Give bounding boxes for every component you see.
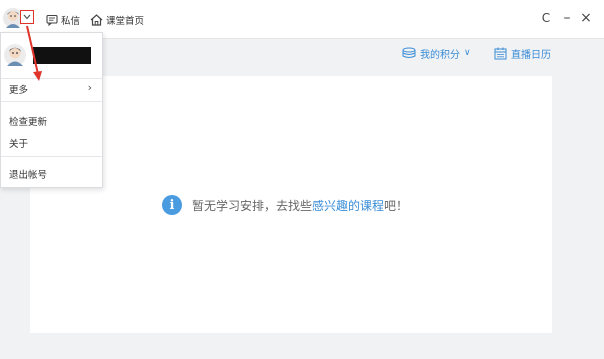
menu-item-check-update[interactable]: 检查更新 (1, 111, 102, 131)
home-icon (90, 14, 103, 26)
minimize-button[interactable]: – (560, 10, 574, 26)
menu-item-label: 更多 (9, 85, 29, 96)
minimize-icon: – (563, 10, 571, 26)
calendar-icon (494, 47, 507, 59)
empty-state-message: i 暂无学习安排，去找些 感兴趣的课程 吧！ (162, 194, 408, 216)
messages-button[interactable]: 私信 (46, 12, 80, 28)
account-dropdown-toggle[interactable] (20, 10, 34, 24)
account-dropdown-menu: 更多 › 检查更新 关于 退出帐号 (0, 32, 103, 188)
close-icon: × (580, 10, 592, 26)
avatar (4, 44, 26, 66)
menu-divider (1, 101, 102, 102)
interesting-courses-link[interactable]: 感兴趣的课程 (312, 197, 384, 214)
menu-divider (1, 156, 102, 157)
menu-user-header (1, 33, 102, 77)
refresh-icon: C (541, 11, 551, 25)
course-home-label: 课堂首页 (106, 16, 145, 27)
course-home-button[interactable]: 课堂首页 (90, 12, 144, 28)
empty-text-after: 吧！ (384, 198, 409, 213)
menu-item-label: 检查更新 (9, 117, 48, 128)
menu-item-more[interactable]: 更多 › (1, 79, 102, 99)
live-calendar-button[interactable]: 直播日历 (494, 44, 551, 62)
my-points-dropdown[interactable]: 我的积分 ∨ (402, 44, 471, 62)
chevron-down-icon (23, 14, 31, 20)
empty-text-before: 暂无学习安排，去找些 (192, 198, 313, 213)
redacted-username (33, 47, 91, 64)
menu-item-about[interactable]: 关于 (1, 133, 102, 153)
messages-label: 私信 (61, 16, 81, 27)
live-calendar-label: 直播日历 (511, 49, 551, 61)
my-points-label: 我的积分 (420, 49, 460, 61)
menu-item-logout[interactable]: 退出帐号 (1, 164, 102, 184)
refresh-button[interactable]: C (539, 10, 553, 26)
message-icon (46, 14, 58, 26)
chevron-down-icon: ∨ (464, 48, 471, 58)
coins-icon (402, 47, 416, 58)
menu-item-label: 关于 (9, 139, 29, 150)
close-button[interactable]: × (579, 10, 593, 26)
info-icon: i (162, 195, 182, 215)
menu-item-label: 退出帐号 (9, 170, 48, 181)
chevron-right-icon: › (87, 81, 92, 94)
